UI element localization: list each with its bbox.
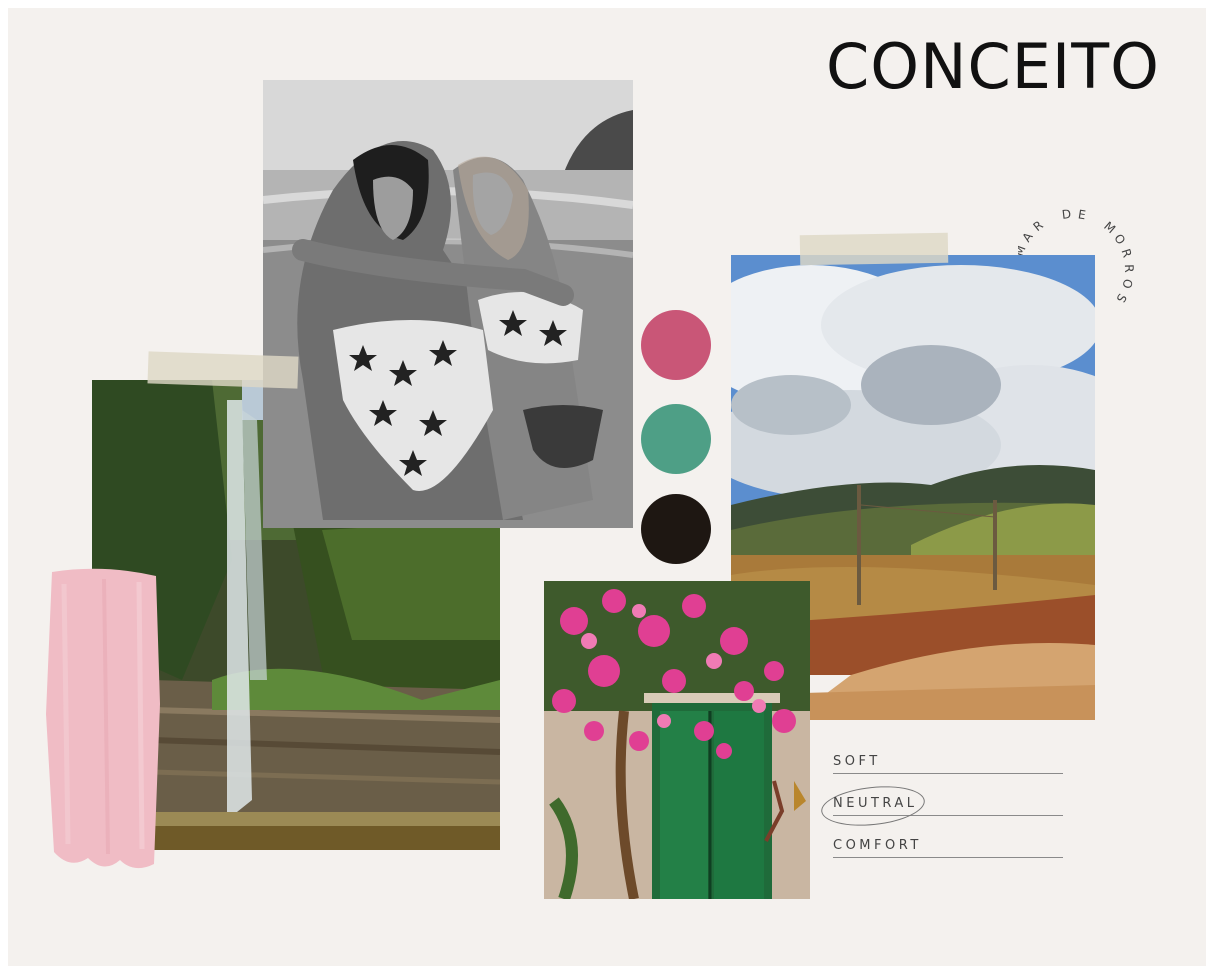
page-title: CONCEITO [826,30,1160,103]
moodboard: CONCEITO MARDEMORROS SOFT NEUTRAL COMFOR… [8,8,1206,966]
arc-letter: R [1122,264,1136,273]
arc-letter: O [1119,277,1135,290]
arc-letter: A [1019,229,1036,244]
arc-letter: M [1101,219,1118,236]
arc-letter: S [1113,291,1129,305]
keyword-neutral: NEUTRAL [833,796,918,811]
color-swatch-dark [641,494,711,564]
arc-letter: R [1031,218,1046,234]
bougainvillea-door-photo [544,581,810,899]
pink-brush-stroke [46,568,160,869]
keyword-comfort: COMFORT [833,838,922,853]
arc-letter: E [1077,207,1087,222]
keyword-row: SOFT [833,740,1063,774]
color-swatch-pink [641,310,711,380]
color-swatch-teal [641,404,711,474]
keyword-soft: SOFT [833,754,881,769]
beach-women-photo [263,80,633,528]
keyword-row: NEUTRAL [819,774,1063,831]
arc-letter: O [1111,231,1128,247]
tape-strip [147,351,299,389]
tape-strip [799,232,949,266]
keyword-list: SOFT NEUTRAL COMFORT [819,740,1063,858]
arc-letter: R [1118,247,1134,259]
keyword-row: COMFORT [833,816,1063,858]
arc-letter: D [1061,207,1072,222]
